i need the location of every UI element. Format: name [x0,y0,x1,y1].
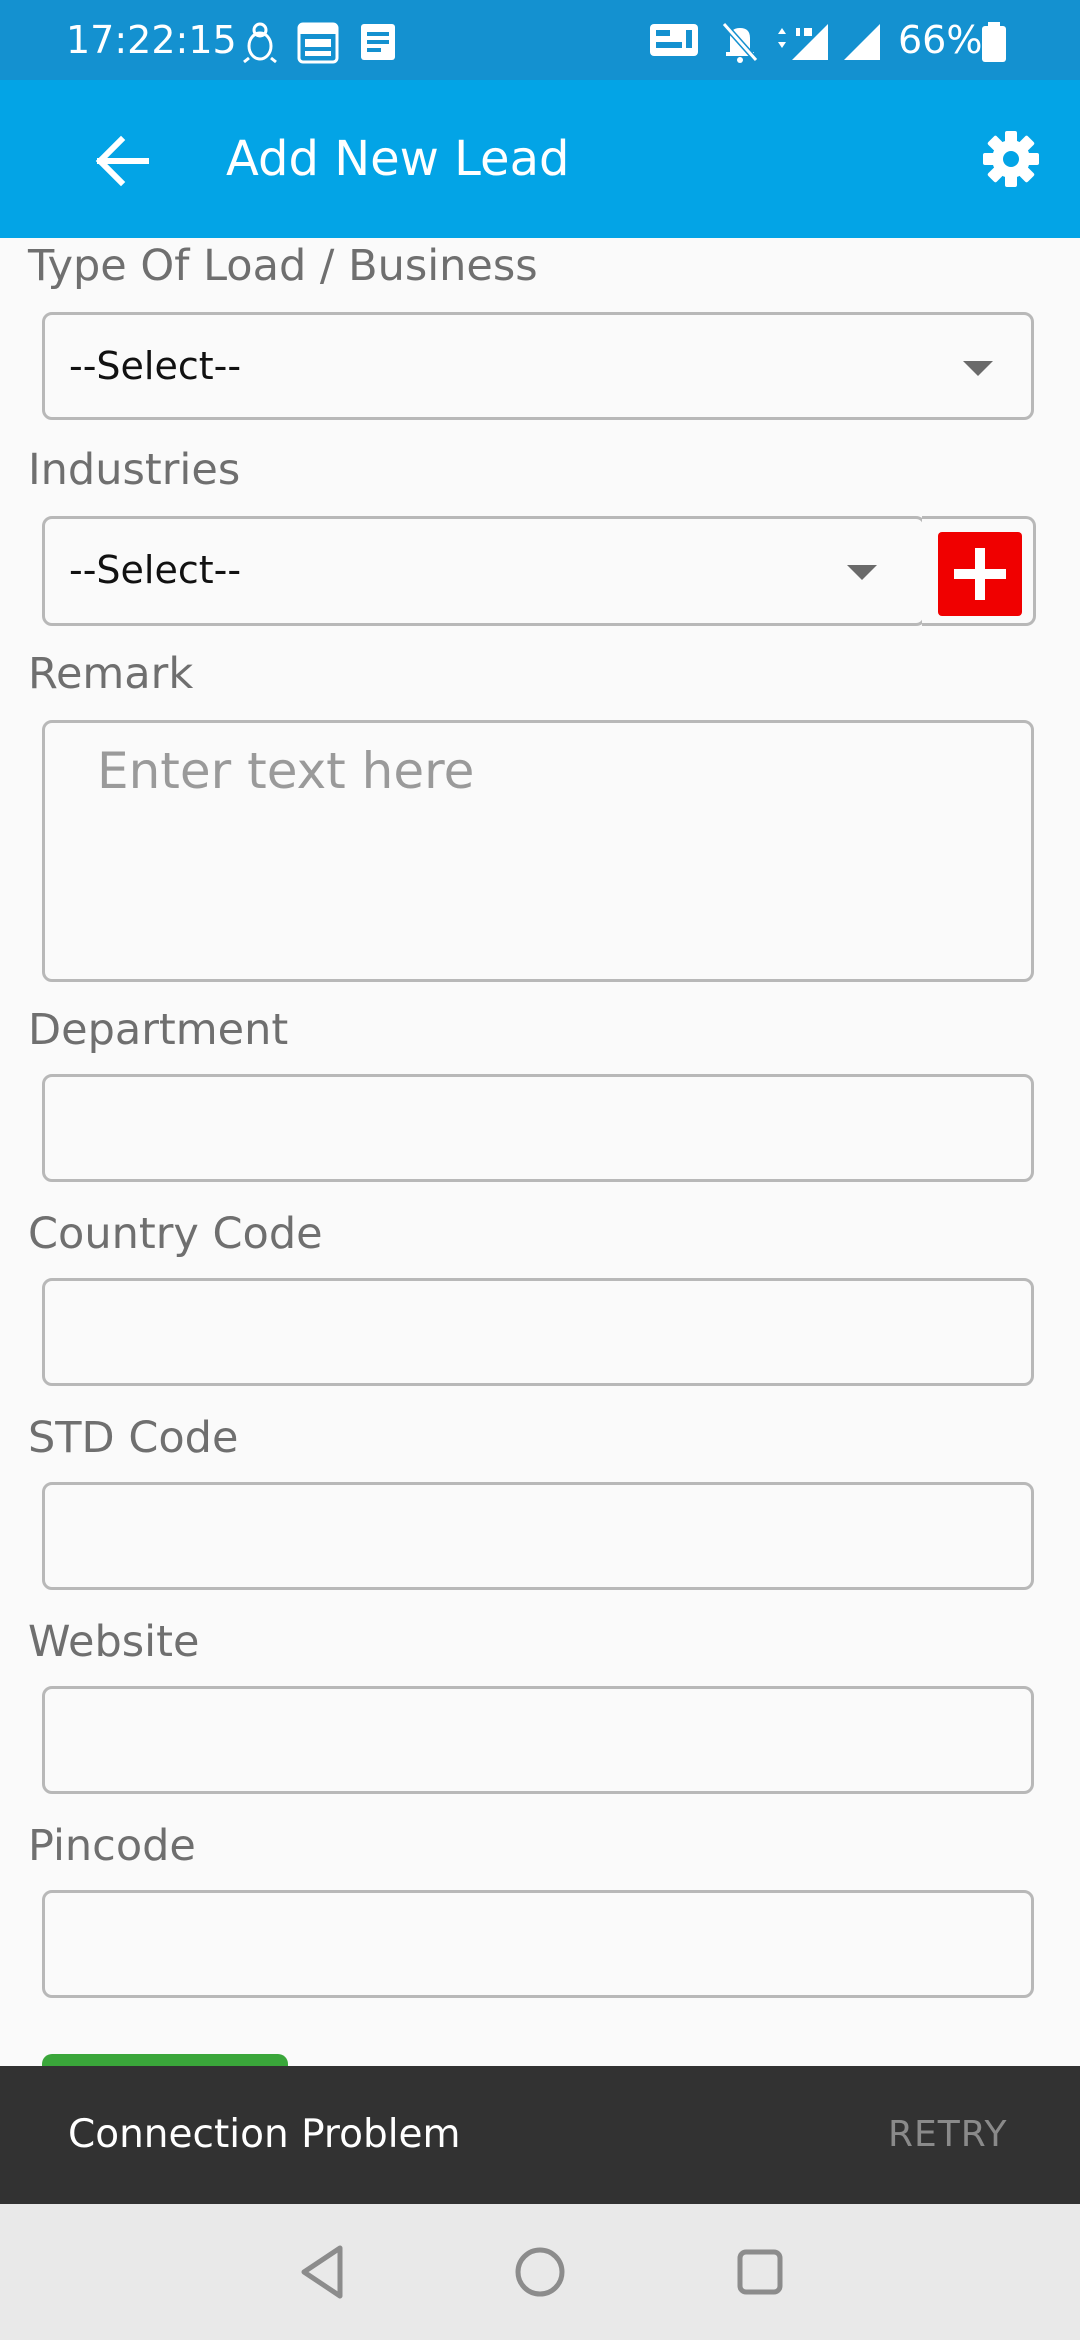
remark-placeholder: Enter text here [97,742,475,800]
app-bar: Add New Lead [0,80,1080,238]
country-code-input[interactable] [42,1278,1034,1386]
type-select[interactable]: --Select-- [42,312,1034,420]
industries-select-value: --Select-- [69,548,242,592]
chevron-down-icon [963,361,993,376]
snackbar-message: Connection Problem [68,2112,461,2157]
type-label: Type Of Load / Business [28,241,538,291]
plus-icon [954,548,1006,600]
chevron-down-icon [847,565,877,580]
bird-icon [243,22,277,64]
calendar-2022-icon [297,22,339,64]
retry-button[interactable]: RETRY [888,2066,1007,2204]
nav-back-icon[interactable] [292,2240,356,2304]
nav-recents-icon[interactable] [728,2240,792,2304]
remark-label: Remark [28,649,194,699]
website-input[interactable] [42,1686,1034,1794]
std-code-label: STD Code [28,1413,239,1463]
add-industry-button[interactable] [938,532,1022,616]
mute-icon [721,22,759,63]
industries-label: Industries [28,445,241,495]
status-bar: 17:22:15 66% [0,0,1080,80]
battery-icon [982,22,1006,62]
nav-home-icon[interactable] [508,2240,572,2304]
website-label: Website [28,1617,200,1667]
department-label: Department [28,1005,289,1055]
page-title: Add New Lead [226,131,570,187]
std-code-input[interactable] [42,1482,1034,1590]
navigation-bar [0,2204,1080,2340]
4g-signal-icon [778,24,828,60]
pincode-label: Pincode [28,1821,196,1871]
snackbar: Connection Problem RETRY [0,2066,1080,2204]
volte-icon [650,24,698,56]
gear-icon[interactable] [976,124,1046,194]
status-time: 17:22:15 [66,18,237,62]
industries-select[interactable]: --Select-- [42,516,926,626]
remark-textarea[interactable]: Enter text here [42,720,1034,982]
type-select-value: --Select-- [69,344,242,388]
battery-percent: 66% [898,18,983,62]
country-code-label: Country Code [28,1209,323,1259]
news-icon [361,24,395,60]
add-industry-container [922,516,1036,626]
pincode-input[interactable] [42,1890,1034,1998]
department-input[interactable] [42,1074,1034,1182]
arrow-back-icon[interactable] [88,126,158,196]
signal-icon [844,24,880,60]
